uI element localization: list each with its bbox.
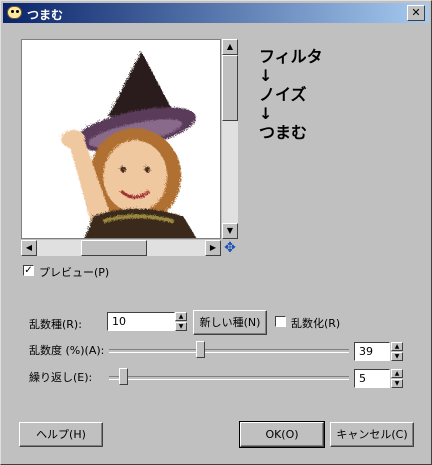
horizontal-scroll-thumb[interactable]	[81, 240, 147, 256]
preview-vertical-scrollbar[interactable]: ▲ ▼	[222, 39, 238, 239]
randomization-slider-track[interactable]	[109, 349, 349, 353]
cancel-button[interactable]: キャンセル(C)	[330, 422, 414, 447]
annotation-line: フィルタ	[259, 47, 323, 66]
preview-image	[60, 50, 196, 238]
spin-down-icon[interactable]: ▼	[391, 352, 403, 361]
annotation-arrow: ↓	[259, 104, 273, 123]
annotation-line: つまむ	[259, 123, 308, 142]
spin-up-icon[interactable]: ▲	[391, 342, 403, 351]
spin-up-icon[interactable]: ▲	[391, 369, 403, 378]
preview-horizontal-scrollbar[interactable]: ◀ ▶	[21, 240, 221, 256]
randomization-label: 乱数度 (%)(A):	[29, 344, 105, 357]
randomize-label: 乱数化(R)	[291, 317, 341, 330]
new-seed-button[interactable]: 新しい種(N)	[193, 310, 267, 335]
ok-button[interactable]: OK(O)	[239, 421, 325, 448]
filter-path-annotation: フィルタ ↓ ノイズ ↓ つまむ	[259, 47, 323, 142]
annotation-arrow: ↓	[259, 66, 273, 85]
preview-area[interactable]	[21, 39, 221, 239]
seed-label: 乱数種(R):	[29, 318, 82, 331]
spin-up-icon[interactable]: ▲	[175, 312, 187, 321]
repeat-spinner[interactable]: ▲ ▼	[391, 369, 403, 388]
randomize-checkbox[interactable]	[275, 316, 286, 327]
gimp-app-icon	[7, 6, 22, 19]
navigate-icon[interactable]: ✥	[223, 241, 237, 255]
scroll-left-icon[interactable]: ◀	[21, 240, 37, 256]
dialog-window: つまむ ✕ ▲ ▼ ◀ ▶ ✥ フィルタ ↓ ノイズ ↓ つまむ ✓ プレビュー…	[0, 0, 432, 465]
annotation-line: ノイズ	[259, 85, 307, 104]
randomization-input[interactable]: 39	[354, 342, 390, 361]
seed-input[interactable]: 10	[107, 312, 175, 331]
seed-spinner[interactable]: ▲ ▼	[175, 312, 187, 331]
repeat-slider-thumb[interactable]	[119, 368, 128, 385]
randomization-slider-thumb[interactable]	[196, 341, 205, 358]
window-title: つまむ	[27, 8, 64, 22]
repeat-label: 繰り返し(E):	[29, 371, 93, 384]
repeat-input[interactable]: 5	[354, 369, 390, 388]
spin-down-icon[interactable]: ▼	[175, 322, 187, 331]
scroll-up-icon[interactable]: ▲	[222, 39, 238, 55]
scroll-right-icon[interactable]: ▶	[205, 240, 221, 256]
scroll-down-icon[interactable]: ▼	[222, 223, 238, 239]
title-bar[interactable]: つまむ ✕	[3, 3, 429, 23]
preview-checkbox-label: プレビュー(P)	[39, 266, 110, 279]
vertical-scroll-thumb[interactable]	[222, 55, 238, 121]
spin-down-icon[interactable]: ▼	[391, 379, 403, 388]
randomization-spinner[interactable]: ▲ ▼	[391, 342, 403, 361]
repeat-slider-track[interactable]	[109, 376, 349, 380]
close-button[interactable]: ✕	[407, 5, 425, 21]
help-button[interactable]: ヘルプ(H)	[19, 422, 103, 447]
preview-checkbox[interactable]: ✓	[23, 265, 34, 276]
